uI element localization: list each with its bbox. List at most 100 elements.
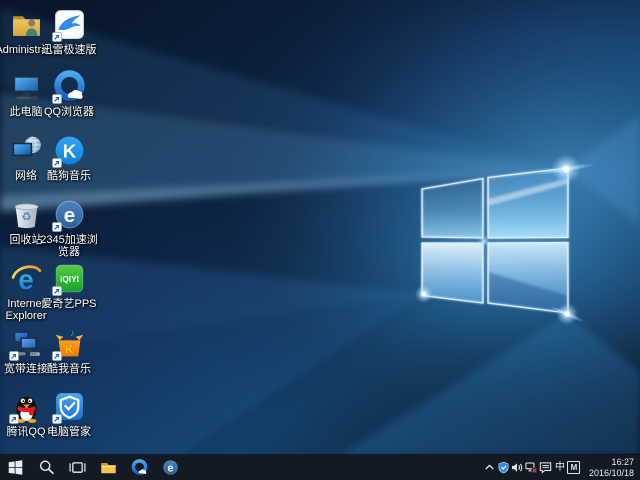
thunder-icon <box>53 8 86 41</box>
tray-ime-language[interactable]: 中 <box>553 455 567 480</box>
desktop-icon-label-box: 腾讯QQ <box>6 426 45 438</box>
tray-ime-mode[interactable]: M <box>567 455 581 480</box>
network-icon <box>10 134 43 167</box>
svg-text:iQIYI: iQIYI <box>60 275 79 284</box>
taskbar-clock[interactable]: 16:27 2016/10/18 <box>581 457 640 478</box>
shortcut-arrow-icon <box>9 351 19 361</box>
desktop-icon-label-box: 此电脑 <box>10 106 43 118</box>
taskbar-search-button[interactable] <box>31 455 62 480</box>
recycle-bin-icon: ♻ <box>10 198 43 231</box>
tray-chevron-up[interactable] <box>483 455 497 480</box>
tray-volume[interactable] <box>511 455 525 480</box>
2345-browser-icon: e <box>162 459 179 476</box>
desktop-icon-label: 酷我音乐 <box>47 363 91 375</box>
desktop-icon-label-box: 回收站 <box>10 234 43 246</box>
svg-text:♻: ♻ <box>21 212 31 224</box>
desktop-icon-label: 览器 <box>40 246 97 258</box>
taskbar-buttons: e <box>0 455 186 480</box>
svg-text:e: e <box>168 462 174 474</box>
taskbar-2345-browser-button[interactable]: e <box>155 455 186 480</box>
desktop-icon-label: 网络 <box>15 170 37 182</box>
clock-time: 16:27 <box>589 457 634 468</box>
shortcut-arrow-icon <box>52 286 62 296</box>
taskbar-qq-browser-button[interactable] <box>124 455 155 480</box>
desktop-icon-2345-browser[interactable]: e2345加速浏览器 <box>45 198 93 258</box>
shortcut-arrow-icon <box>52 351 62 361</box>
desktop-icon-label: 2345加速浏 <box>40 234 97 246</box>
taskbar: e 中M 16:27 2016/10/18 <box>0 455 640 480</box>
desktop-icon-label: 腾讯QQ <box>6 426 45 438</box>
desktop-icon-kugou-music[interactable]: K 酷狗音乐 <box>45 134 93 182</box>
shortcut-arrow-icon <box>52 222 62 232</box>
tencent-qq-icon <box>10 390 43 423</box>
taskbar-file-explorer-button[interactable] <box>93 455 124 480</box>
chevron-up-icon <box>483 461 496 474</box>
desktop-icon-label: QQ浏览器 <box>44 106 94 118</box>
desktop-icon-thunder[interactable]: 迅雷极速版 <box>45 8 93 56</box>
2345-browser-icon: e <box>53 198 86 231</box>
svg-text:♪: ♪ <box>70 328 75 338</box>
pc-manager-icon <box>53 390 86 423</box>
desktop-icon-pc-manager[interactable]: 电脑管家 <box>45 390 93 438</box>
tray-pc-manager-shield[interactable] <box>497 455 511 480</box>
desktop-icon-iqiyi-pps[interactable]: iQIYI爱奇艺PPS <box>45 262 93 310</box>
qq-browser-icon <box>131 459 148 476</box>
desktop-icon-label: 酷狗音乐 <box>47 170 91 182</box>
desktop-icon-tencent-qq[interactable]: 腾讯QQ <box>2 390 50 438</box>
desktop-icon-label-box: InternetExplorer <box>6 298 47 322</box>
desktop-icon-qq-browser[interactable]: QQ浏览器 <box>45 70 93 118</box>
qq-browser-icon <box>53 70 86 103</box>
desktop-icon-label: Internet <box>6 298 47 310</box>
tray-action-center[interactable] <box>539 455 553 480</box>
desktop[interactable]: Administra...迅雷极速版此电脑QQ浏览器网络K酷狗音乐♻回收站e23… <box>0 0 640 480</box>
start-icon <box>7 459 24 476</box>
pc-manager-shield-icon <box>497 461 510 474</box>
desktop-icon-label-box: 迅雷极速版 <box>42 44 97 56</box>
taskbar-start-button[interactable] <box>0 455 31 480</box>
shortcut-arrow-icon <box>52 158 62 168</box>
search-icon <box>38 459 55 476</box>
clock-date: 2016/10/18 <box>589 468 634 479</box>
volume-icon <box>511 461 524 474</box>
desktop-icon-label: 迅雷极速版 <box>42 44 97 56</box>
desktop-icon-label: 回收站 <box>10 234 43 246</box>
desktop-icon-label: 此电脑 <box>10 106 43 118</box>
svg-text:K: K <box>62 141 76 162</box>
desktop-icon-label-box: 爱奇艺PPS <box>42 298 97 310</box>
shortcut-arrow-icon <box>52 94 62 104</box>
wallpaper-image <box>0 0 640 455</box>
file-explorer-icon <box>100 459 117 476</box>
desktop-icon-label-box: QQ浏览器 <box>44 106 94 118</box>
desktop-icon-internet-explorer[interactable]: e InternetExplorer <box>2 262 50 322</box>
shortcut-arrow-icon <box>52 32 62 42</box>
network-disconnected-icon <box>525 461 538 474</box>
desktop-icon-label-box: 2345加速浏览器 <box>40 234 97 258</box>
tray-network-disconnected[interactable] <box>525 455 539 480</box>
svg-text:e: e <box>63 204 74 227</box>
shortcut-arrow-icon <box>9 414 19 424</box>
desktop-icon-label-box: 网络 <box>15 170 37 182</box>
desktop-icon-kuwo-music[interactable]: K ♪ 酷我音乐 <box>45 327 93 375</box>
svg-text:K: K <box>64 342 74 357</box>
iqiyi-pps-icon: iQIYI <box>53 262 86 295</box>
taskbar-tray: 中M 16:27 2016/10/18 <box>483 455 640 480</box>
desktop-icon-label-box: 宽带连接 <box>4 363 48 375</box>
desktop-icon-label: 电脑管家 <box>47 426 91 438</box>
desktop-icon-label: Explorer <box>6 310 47 322</box>
desktop-icon-broadband[interactable]: 宽带连接 <box>2 327 50 375</box>
desktop-icon-label: 爱奇艺PPS <box>42 298 97 310</box>
desktop-icon-label-box: 电脑管家 <box>47 426 91 438</box>
desktop-icon-label-box: 酷我音乐 <box>47 363 91 375</box>
taskbar-task-view-button[interactable] <box>62 455 93 480</box>
ime-language-icon: 中 <box>553 455 567 480</box>
broadband-icon <box>10 327 43 360</box>
desktop-icon-label-box: 酷狗音乐 <box>47 170 91 182</box>
desktop-icon-label: 宽带连接 <box>4 363 48 375</box>
desktop-icon-this-pc[interactable]: 此电脑 <box>2 70 50 118</box>
kugou-music-icon: K <box>53 134 86 167</box>
desktop-icon-network[interactable]: 网络 <box>2 134 50 182</box>
ime-mode-icon: M <box>567 461 580 474</box>
tray-icons: 中M <box>483 455 581 480</box>
this-pc-icon <box>10 70 43 103</box>
internet-explorer-icon: e <box>10 262 43 295</box>
